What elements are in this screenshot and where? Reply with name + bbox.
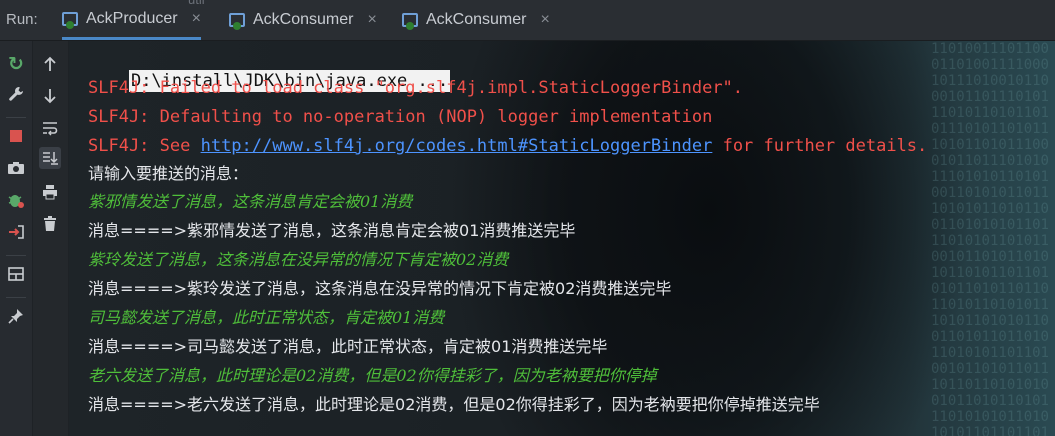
log-line-slf4j-failed: SLF4J: Failed to load class "org.slf4j.i…: [88, 78, 744, 98]
output-line: 消息====>紫邪情发送了消息，这条消息肯定会被01消费推送完毕: [88, 221, 576, 240]
trash-icon[interactable]: [39, 213, 61, 235]
wrench-icon[interactable]: [5, 83, 27, 105]
output-line: 消息====>紫玲发送了消息，这条消息在没异常的情况下肯定被02消费推送完毕: [88, 279, 672, 298]
scroll-to-end-icon[interactable]: [39, 147, 61, 169]
console-output[interactable]: 11010011101100 01101001111000 1011101001…: [69, 41, 1055, 436]
output-line: 消息====>老六发送了消息，此时理论是02消费，但是02你得挂彩了，因为老衲要…: [88, 395, 820, 414]
tab-label: AckProducer: [86, 9, 178, 27]
close-icon[interactable]: ×: [540, 11, 549, 29]
down-arrow-icon[interactable]: [39, 85, 61, 107]
stop-icon[interactable]: [5, 125, 27, 147]
soft-wrap-icon[interactable]: [39, 117, 61, 139]
user-input-line: 紫玲发送了消息，这条消息在没异常的情况下肯定被02消费: [88, 250, 509, 269]
divider: [6, 117, 26, 118]
exit-icon[interactable]: [5, 221, 27, 243]
run-toolbar: Run: util AckProducer × AckConsumer × Ac…: [0, 0, 1055, 41]
rerun-icon[interactable]: ↻: [5, 53, 27, 75]
user-input-line: 老六发送了消息，此时理论是02消费，但是02你得挂彩了，因为老衲要把你停掉: [88, 366, 657, 385]
background-wallpaper: 11010011101100 01101001111000 1011101001…: [930, 41, 1049, 436]
tab-label: AckConsumer: [253, 11, 354, 28]
camera-icon[interactable]: [5, 157, 27, 179]
log-text: for further details.: [712, 136, 928, 156]
tab-ack-consumer-1[interactable]: AckConsumer ×: [229, 0, 377, 40]
run-config-icon: [402, 13, 418, 30]
output-line: 消息====>司马懿发送了消息，此时正常状态，肯定被01消费推送完毕: [88, 337, 608, 356]
run-actions-toolbar: ↻: [0, 41, 33, 436]
run-config-icon: [229, 13, 245, 30]
debug-icon[interactable]: [5, 189, 27, 211]
close-icon[interactable]: ×: [367, 11, 376, 29]
divider: [6, 297, 26, 298]
run-config-icon: [62, 11, 78, 29]
console-actions-toolbar: [33, 41, 69, 436]
tab-ack-producer[interactable]: AckProducer ×: [62, 0, 201, 40]
close-icon[interactable]: ×: [192, 10, 201, 28]
prompt-line: 请输入要推送的消息：: [88, 164, 249, 183]
print-icon[interactable]: [39, 181, 61, 203]
pin-icon[interactable]: [5, 305, 27, 327]
log-line-slf4j-default: SLF4J: Defaulting to no-operation (NOP) …: [88, 107, 713, 127]
log-line-slf4j-see: SLF4J: See http://www.slf4j.org/codes.ht…: [88, 135, 927, 157]
tab-ack-consumer-2[interactable]: AckConsumer ×: [402, 0, 550, 40]
tab-label: AckConsumer: [426, 11, 527, 28]
user-input-line: 司马懿发送了消息，此时正常状态，肯定被01消费: [88, 308, 445, 327]
log-text: SLF4J: See: [88, 136, 201, 156]
slf4j-link[interactable]: http://www.slf4j.org/codes.html#StaticLo…: [201, 136, 713, 156]
user-input-line: 紫邪情发送了消息，这条消息肯定会被01消费: [88, 192, 413, 211]
divider: [6, 255, 26, 256]
layout-icon[interactable]: [5, 263, 27, 285]
run-label: Run:: [6, 11, 38, 28]
up-arrow-icon[interactable]: [39, 53, 61, 75]
